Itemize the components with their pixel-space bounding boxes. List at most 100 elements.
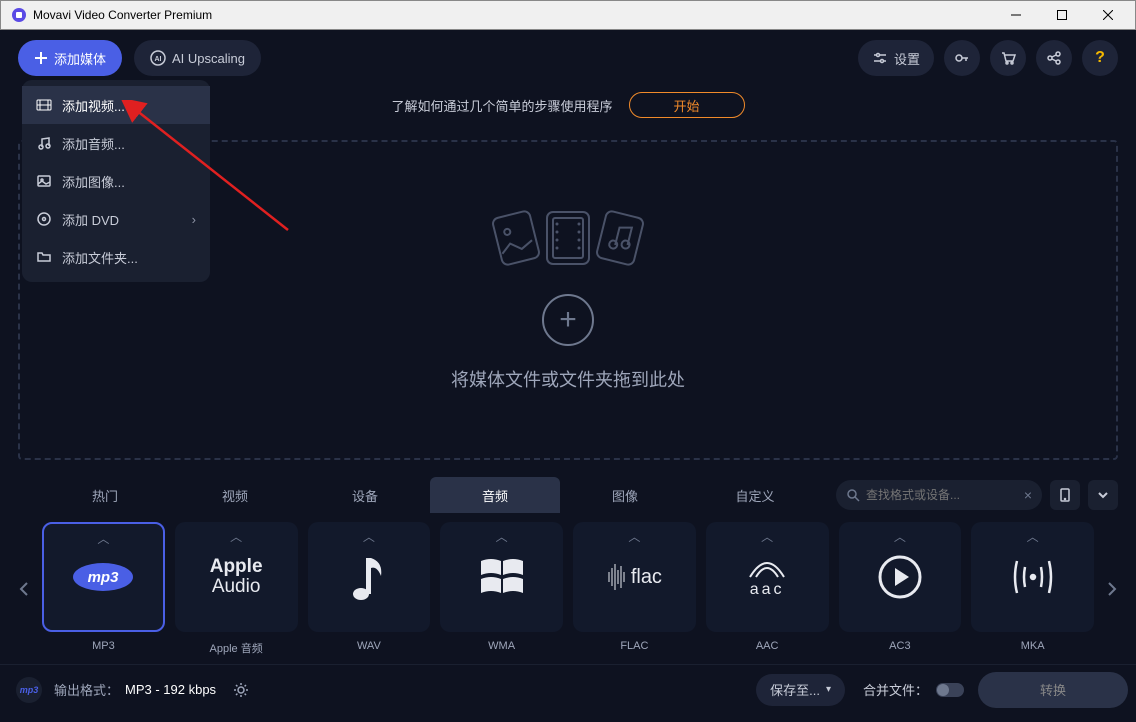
- window-title: Movavi Video Converter Premium: [33, 8, 993, 22]
- add-folder-label: 添加文件夹...: [62, 248, 138, 267]
- chevron-up-icon: ︿: [440, 528, 563, 545]
- key-icon: [954, 50, 970, 66]
- sliders-icon: [872, 50, 888, 66]
- audio-icon: [36, 135, 52, 151]
- search-icon: [846, 488, 860, 502]
- next-formats[interactable]: [1094, 524, 1130, 654]
- image-icon: [36, 173, 52, 189]
- dvd-icon: [36, 211, 52, 227]
- format-card-flac[interactable]: ︿ flac FLAC: [573, 522, 696, 656]
- titlebar: Movavi Video Converter Premium: [0, 0, 1136, 30]
- tab-images[interactable]: 图像: [560, 477, 690, 513]
- top-toolbar: 添加媒体 AI AI Upscaling 设置 ?: [0, 30, 1136, 86]
- ai-upscaling-label: AI Upscaling: [172, 51, 245, 66]
- apple-audio-icon: AppleAudio: [210, 557, 263, 597]
- chevron-up-icon: ︿: [971, 528, 1094, 545]
- wav-icon: [351, 552, 387, 602]
- chevron-up-icon: ︿: [706, 528, 829, 545]
- merge-toggle-group: 合并文件：: [863, 680, 964, 699]
- share-icon: [1046, 50, 1062, 66]
- plus-icon: [34, 51, 48, 65]
- format-card-ac3[interactable]: ︿ AC3: [839, 522, 962, 656]
- ai-upscaling-button[interactable]: AI AI Upscaling: [134, 40, 261, 76]
- add-media-button[interactable]: 添加媒体: [18, 40, 122, 76]
- help-icon: ?: [1095, 49, 1105, 67]
- folder-icon: [36, 249, 52, 265]
- prev-formats[interactable]: [6, 524, 42, 654]
- key-button[interactable]: [944, 40, 980, 76]
- save-to-button[interactable]: 保存至... ▾: [756, 674, 845, 706]
- flac-icon: flac: [607, 562, 662, 592]
- add-image-item[interactable]: 添加图像...: [22, 162, 210, 200]
- mka-icon: [1003, 555, 1063, 599]
- output-label: 输出格式：: [54, 680, 119, 699]
- settings-button[interactable]: 设置: [858, 40, 934, 76]
- tab-video[interactable]: 视频: [170, 477, 300, 513]
- format-search[interactable]: ×: [836, 480, 1042, 510]
- format-card-mka[interactable]: ︿ MKA: [971, 522, 1094, 656]
- format-carousel: ︿ mp3 MP3 ︿ AppleAudio Apple 音频 ︿ WAV ︿ …: [0, 516, 1136, 664]
- media-icons: [493, 208, 643, 268]
- chevron-up-icon: ︿: [44, 530, 163, 547]
- cart-button[interactable]: [990, 40, 1026, 76]
- video-icon: [36, 97, 52, 113]
- svg-text:AI: AI: [155, 56, 162, 63]
- chevron-right-icon: ›: [192, 212, 196, 227]
- format-card-wma[interactable]: ︿ WMA: [440, 522, 563, 656]
- tab-popular[interactable]: 热门: [40, 477, 170, 513]
- add-image-label: 添加图像...: [62, 172, 125, 191]
- ai-icon: AI: [150, 50, 166, 66]
- settings-label: 设置: [894, 49, 920, 68]
- cart-icon: [1000, 50, 1016, 66]
- chevron-up-icon: ︿: [308, 528, 431, 545]
- format-tabs: 热门 视频 设备 音频 图像 自定义 ×: [0, 474, 1136, 516]
- collapse-button[interactable]: [1088, 480, 1118, 510]
- help-button[interactable]: ?: [1082, 40, 1118, 76]
- add-video-item[interactable]: 添加视频...: [22, 86, 210, 124]
- merge-label: 合并文件：: [863, 680, 928, 699]
- drop-zone-text: 将媒体文件或文件夹拖到此处: [451, 366, 685, 392]
- add-media-label: 添加媒体: [54, 49, 106, 68]
- banner-text: 了解如何通过几个简单的步骤使用程序: [391, 96, 612, 115]
- add-folder-item[interactable]: 添加文件夹...: [22, 238, 210, 276]
- bottom-bar: mp3 输出格式： MP3 - 192 kbps 保存至... ▾ 合并文件： …: [0, 664, 1136, 714]
- app-logo-icon: [11, 7, 27, 23]
- format-card-wav[interactable]: ︿ WAV: [308, 522, 431, 656]
- ac3-icon: [875, 552, 925, 602]
- add-media-dropdown: 添加视频... 添加音频... 添加图像... 添加 DVD › 添加文件夹..…: [22, 80, 210, 282]
- chevron-down-icon: ▾: [826, 684, 831, 695]
- start-button[interactable]: 开始: [629, 92, 745, 118]
- format-card-mp3[interactable]: ︿ mp3 MP3: [42, 522, 165, 656]
- output-format-icon: mp3: [16, 677, 42, 703]
- chevron-up-icon: ︿: [573, 528, 696, 545]
- detect-device-button[interactable]: [1050, 480, 1080, 510]
- aac-icon: aac: [742, 555, 792, 599]
- convert-button[interactable]: 转换: [978, 672, 1128, 708]
- output-value: MP3 - 192 kbps: [125, 682, 216, 697]
- wma-icon: [477, 555, 527, 599]
- chevron-down-icon: [1097, 489, 1109, 501]
- chevron-up-icon: ︿: [839, 528, 962, 545]
- share-button[interactable]: [1036, 40, 1072, 76]
- close-button[interactable]: [1085, 1, 1131, 30]
- device-icon: [1057, 487, 1073, 503]
- search-input[interactable]: [866, 488, 1024, 502]
- add-plus-icon: +: [542, 294, 594, 346]
- add-dvd-item[interactable]: 添加 DVD ›: [22, 200, 210, 238]
- merge-toggle[interactable]: [936, 683, 964, 697]
- format-card-aac[interactable]: ︿ aac AAC: [706, 522, 829, 656]
- tab-custom[interactable]: 自定义: [690, 477, 820, 513]
- clear-icon[interactable]: ×: [1024, 487, 1032, 503]
- add-dvd-label: 添加 DVD: [62, 210, 119, 229]
- add-audio-label: 添加音频...: [62, 134, 125, 153]
- svg-text:mp3: mp3: [88, 569, 120, 586]
- tab-devices[interactable]: 设备: [300, 477, 430, 513]
- output-settings-button[interactable]: [232, 681, 250, 699]
- add-video-label: 添加视频...: [62, 96, 125, 115]
- add-audio-item[interactable]: 添加音频...: [22, 124, 210, 162]
- minimize-button[interactable]: [993, 1, 1039, 30]
- tab-audio[interactable]: 音频: [430, 477, 560, 513]
- maximize-button[interactable]: [1039, 1, 1085, 30]
- format-card-apple[interactable]: ︿ AppleAudio Apple 音频: [175, 522, 298, 656]
- mp3-icon: mp3: [68, 557, 138, 597]
